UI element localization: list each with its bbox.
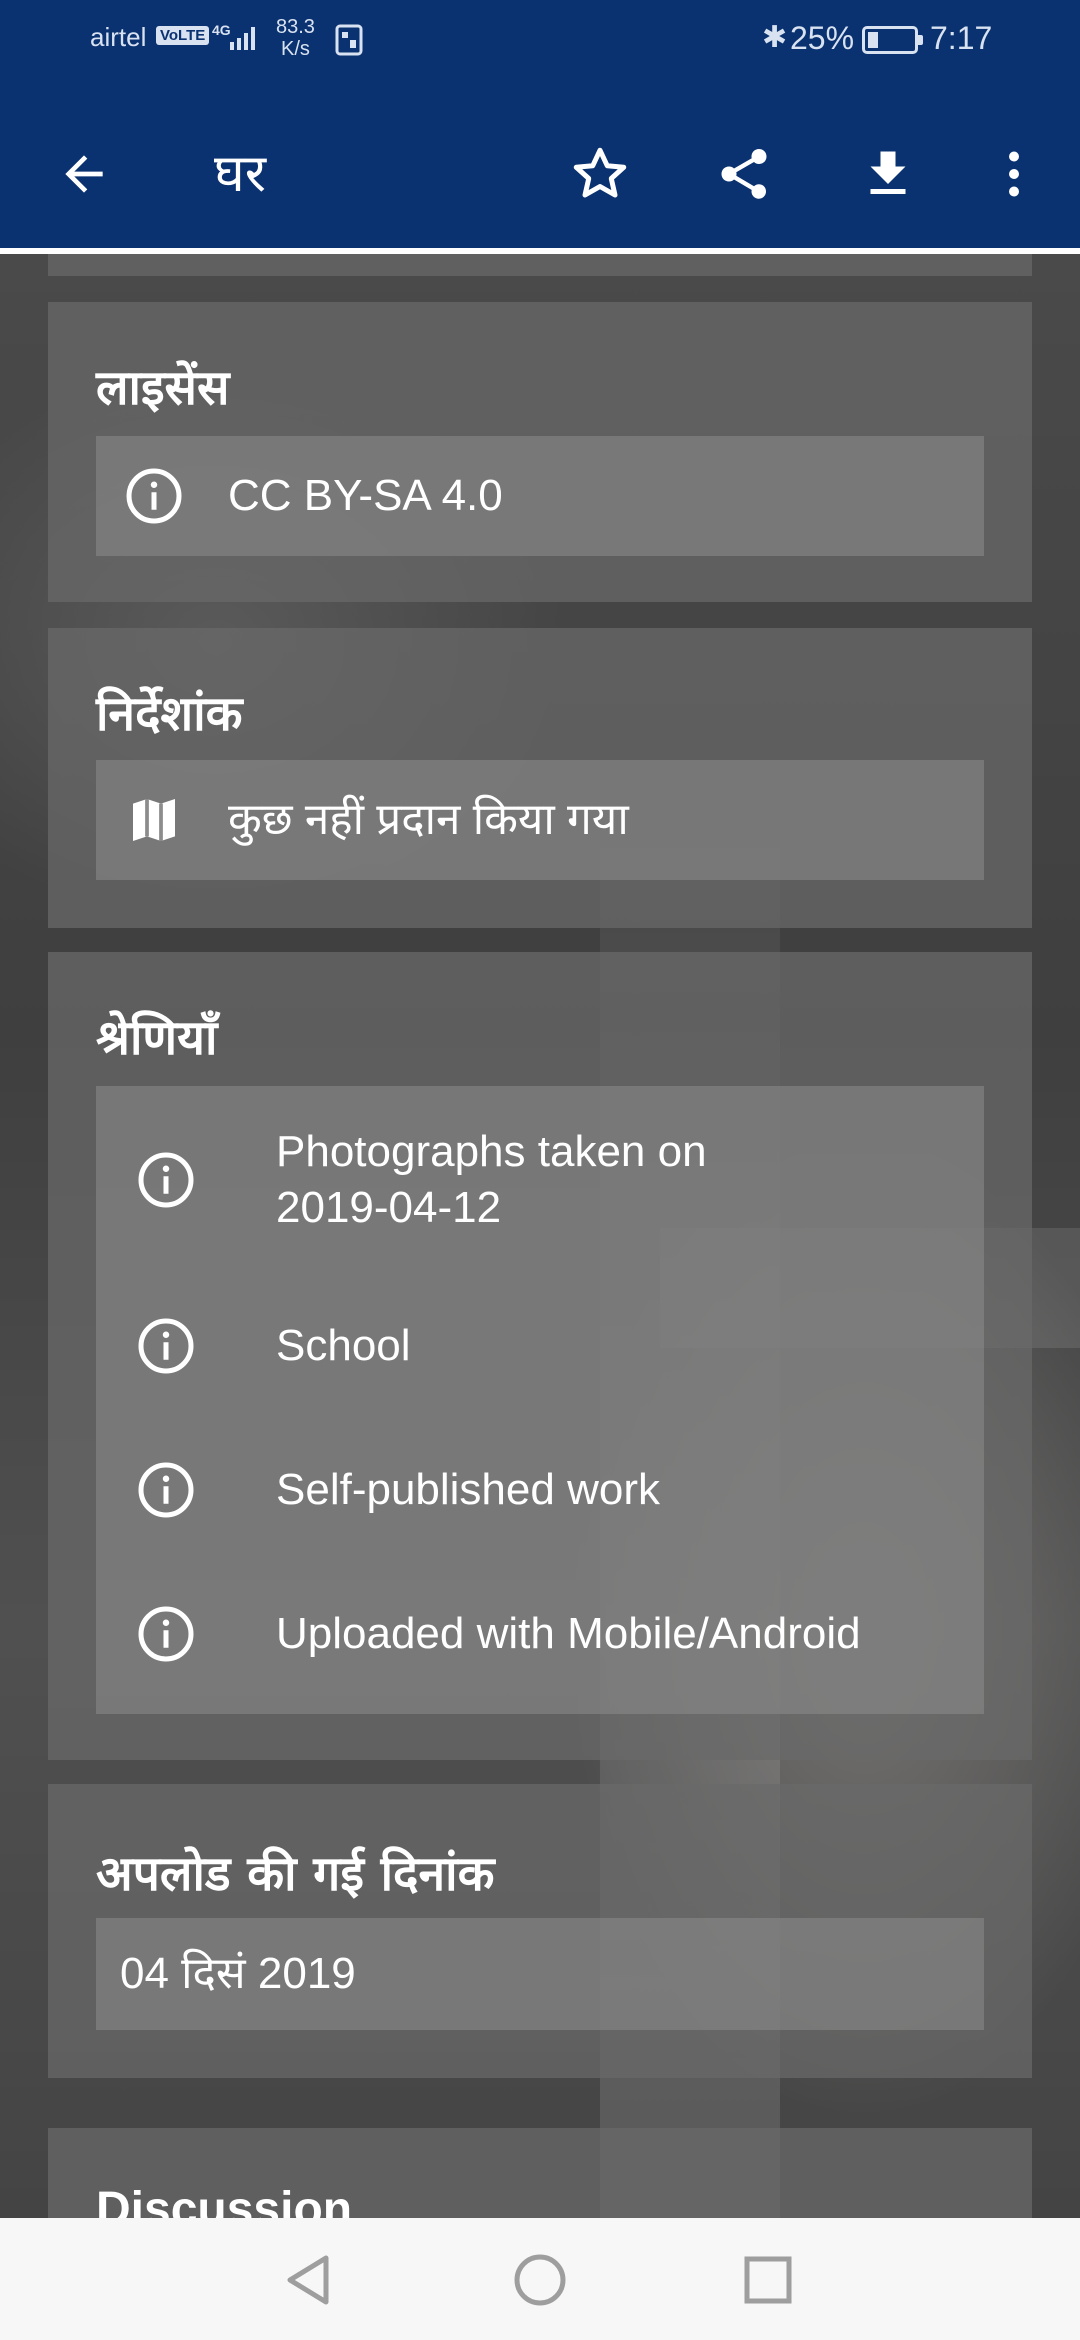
license-value: CC BY-SA 4.0 [228, 471, 503, 520]
license-card: लाइसेंस CC BY-SA 4.0 [48, 302, 1032, 602]
info-icon [136, 1316, 196, 1376]
category-label-line2: 2019-04-12 [276, 1183, 502, 1232]
volte-badge: VoLTE [156, 26, 210, 45]
category-label-line1: Photographs taken on [276, 1127, 707, 1176]
battery-percent: 25% [790, 20, 855, 56]
license-value-box[interactable]: CC BY-SA 4.0 [96, 436, 984, 556]
category-item[interactable]: Uploaded with Mobile/Android [96, 1562, 984, 1706]
category-item[interactable]: Self-published work [96, 1418, 984, 1562]
categories-list: Photographs taken on 2019-04-12 School S… [96, 1086, 984, 1714]
info-icon [124, 466, 184, 526]
map-icon [126, 792, 182, 848]
nav-home-button[interactable] [500, 2240, 580, 2320]
download-icon [870, 151, 906, 194]
coordinates-value-box[interactable]: कुछ नहीं प्रदान किया गया [96, 760, 984, 880]
license-title: लाइसेंस [96, 360, 230, 416]
upload-date-value: 04 दिसं 2019 [120, 1949, 356, 1998]
sim-icon [335, 24, 363, 56]
category-label: School [276, 1321, 411, 1370]
discussion-title: Discussion [96, 2183, 353, 2218]
upload-date-box: 04 दिसं 2019 [96, 1918, 984, 2030]
more-vert-icon [1009, 151, 1019, 197]
discussion-card: Discussion [48, 2128, 1032, 2218]
app-bar: घर [0, 84, 1080, 248]
back-arrow-icon [65, 155, 103, 193]
carrier-label: airtel [90, 22, 147, 52]
system-nav-bar [0, 2218, 1080, 2340]
coordinates-value: कुछ नहीं प्रदान किया गया [228, 795, 629, 844]
category-label: Uploaded with Mobile/Android [276, 1609, 861, 1658]
bookmark-button[interactable] [560, 134, 640, 214]
upload-date-card: अपलोड की गई दिनांक 04 दिसं 2019 [48, 1784, 1032, 2078]
clock: 7:17 [930, 20, 993, 56]
upload-date-title: अपलोड की गई दिनांक [96, 1846, 495, 1902]
bluetooth-icon: ✱ [762, 21, 788, 54]
nav-back-button[interactable] [268, 2240, 348, 2320]
status-bar: airtel VoLTE 4G 83.3 K/s ✱ 25% 7:17 [0, 0, 1080, 84]
category-item[interactable]: School [96, 1274, 984, 1418]
signal-icon [230, 27, 255, 50]
category-label: Self-published work [276, 1465, 660, 1514]
nav-recents-icon [744, 2256, 792, 2304]
license-row[interactable]: CC BY-SA 4.0 [96, 436, 984, 556]
category-item[interactable]: Photographs taken on 2019-04-12 [96, 1086, 984, 1274]
coordinates-card: निर्देशांक कुछ नहीं प्रदान किया गया [48, 628, 1032, 928]
nav-back-icon [287, 2255, 329, 2305]
category-label: Photographs taken on 2019-04-12 [276, 1124, 707, 1236]
network-speed: 83.3 K/s [276, 16, 315, 60]
nav-home-icon [514, 2254, 566, 2306]
coordinates-row[interactable]: कुछ नहीं प्रदान किया गया [96, 760, 984, 880]
info-icon [136, 1150, 196, 1210]
overflow-menu-button[interactable] [974, 134, 1054, 214]
star-icon [573, 147, 627, 198]
previous-card-edge [48, 254, 1032, 276]
speed-unit: K/s [281, 38, 310, 60]
categories-card: श्रेणियाँ Photographs taken on 2019-04-1… [48, 952, 1032, 1760]
coordinates-title: निर्देशांक [96, 686, 243, 742]
nav-recents-button[interactable] [728, 2240, 808, 2320]
back-button[interactable] [44, 134, 124, 214]
speed-value: 83.3 [276, 16, 315, 38]
share-button[interactable] [704, 134, 784, 214]
info-icon [136, 1604, 196, 1664]
share-icon [721, 149, 767, 199]
download-button[interactable] [848, 134, 928, 214]
page-title: घर [214, 144, 267, 204]
categories-title: श्रेणियाँ [96, 1010, 218, 1066]
battery-icon [862, 26, 923, 54]
info-icon [136, 1460, 196, 1520]
